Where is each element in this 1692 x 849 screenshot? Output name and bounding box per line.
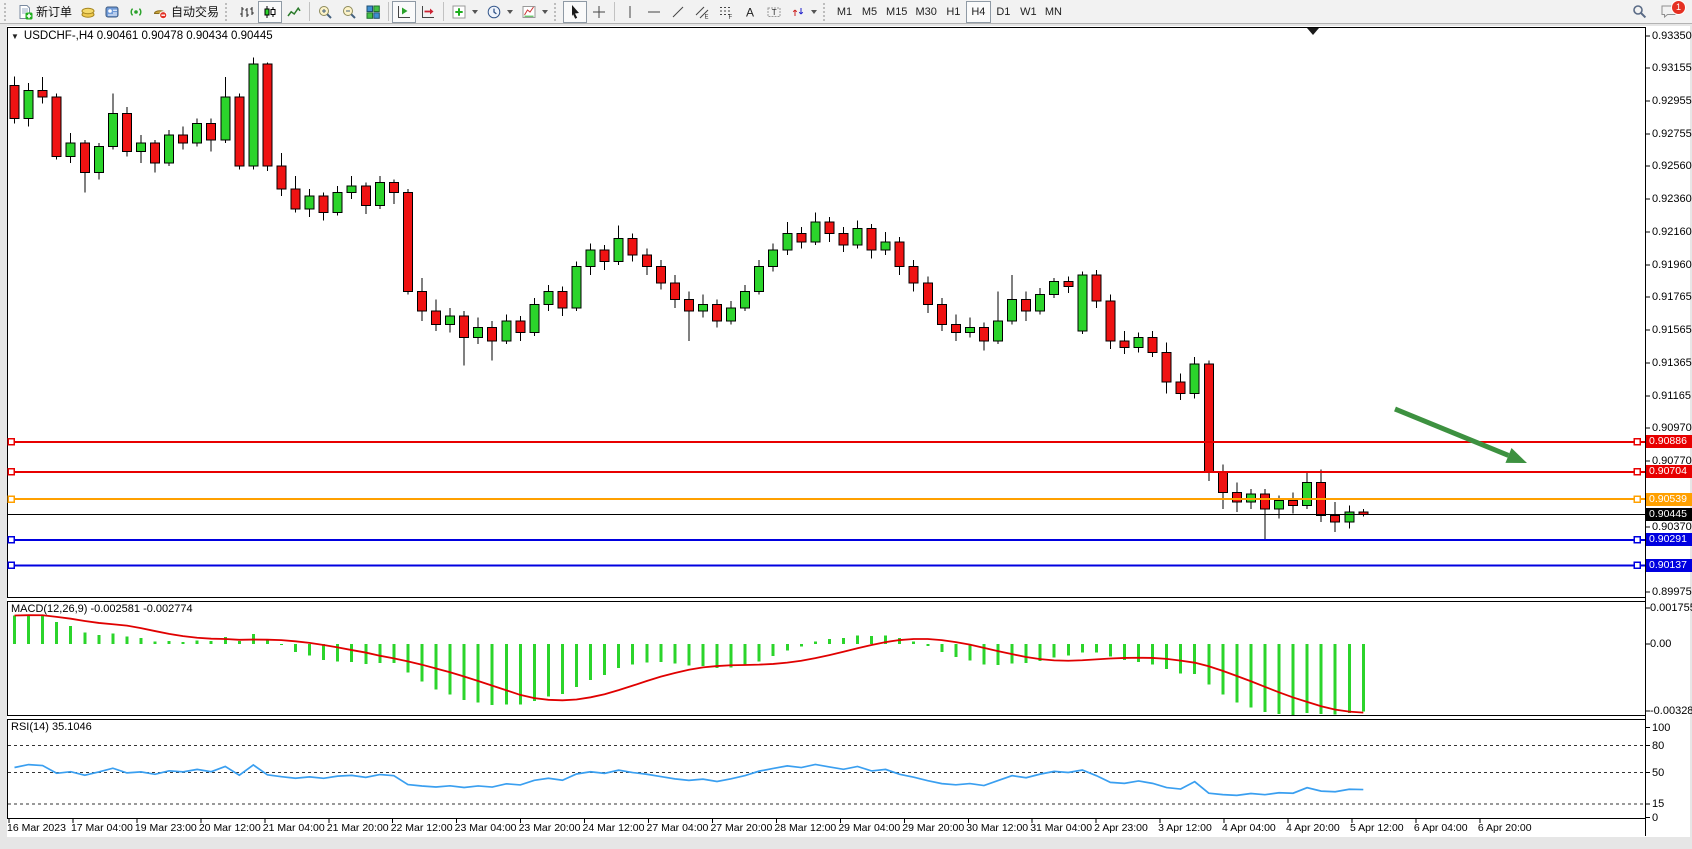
rsi-indicator-label: RSI(14) 35.1046: [11, 721, 92, 733]
symbol-title-text: USDCHF-,H4 0.90461 0.90478 0.90434 0.904…: [24, 30, 273, 42]
chart-canvas[interactable]: [0, 0, 1692, 849]
macd-indicator-label: MACD(12,26,9) -0.002581 -0.002774: [11, 603, 193, 615]
symbol-ohlc-title[interactable]: ▼ USDCHF-,H4 0.90461 0.90478 0.90434 0.9…: [11, 30, 273, 42]
symbol-dropdown-icon[interactable]: ▼: [11, 32, 19, 41]
